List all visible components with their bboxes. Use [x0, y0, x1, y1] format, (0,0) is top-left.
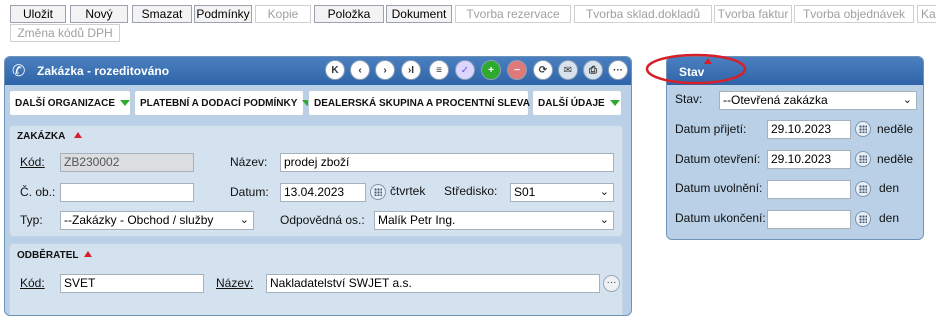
- cost-center-select[interactable]: S01 ⌄: [510, 183, 614, 202]
- more-icon[interactable]: ···: [603, 275, 620, 292]
- order-panel: ✆ Zakázka - rozeditováno K ‹ › ›I ≡ ✓ + − ⟳ ✉ ⎙ ···…: [4, 56, 632, 316]
- new-button[interactable]: Nový: [70, 5, 128, 23]
- responsible-label: Odpovědná os.:: [280, 213, 365, 227]
- save-button[interactable]: Uložit: [10, 5, 66, 23]
- section-title: ODBĚRATEL: [17, 250, 79, 261]
- cost-center-label: Středisko:: [444, 184, 498, 198]
- collapse-icon[interactable]: [74, 132, 82, 138]
- status-label: Stav:: [675, 92, 703, 106]
- panel-title: Zakázka - rozeditováno: [37, 64, 170, 78]
- tab-dealer-group[interactable]: DEALERSKÁ SKUPINA A PROCENTNÍ SLEVA: [308, 90, 545, 116]
- tab-payment-delivery[interactable]: PLATEBNÍ A DODACÍ PODMÍNKY: [134, 90, 313, 116]
- customer-section: ODBĚRATEL Kód: SVET Název: Nakladatelstv…: [9, 243, 623, 315]
- type-select[interactable]: --Zakázky - Obchod / služby ⌄: [60, 211, 254, 230]
- create-reservation-button[interactable]: Tvorba rezervace: [455, 5, 571, 23]
- first-icon[interactable]: K: [325, 60, 345, 80]
- create-invoices-button[interactable]: Tvorba faktur: [714, 5, 792, 23]
- copy-button[interactable]: Kopie: [255, 5, 311, 23]
- tab-label: PLATEBNÍ A DODACÍ PODMÍNKY: [140, 98, 298, 109]
- expand-icon: [120, 100, 130, 107]
- status-select[interactable]: --Otevřená zakázka ⌄: [719, 91, 917, 110]
- received-date-field[interactable]: 29.10.2023: [767, 120, 851, 139]
- change-vat-codes-button[interactable]: Změna kódů DPH: [10, 24, 120, 42]
- expand-icon: [609, 100, 620, 107]
- tab-label: DALŠÍ ÚDAJE: [538, 98, 605, 109]
- delete-button[interactable]: Smazat: [132, 5, 192, 23]
- tab-other-data[interactable]: DALŠÍ ÚDAJE: [532, 90, 622, 116]
- conditions-button[interactable]: Podmínky: [194, 5, 252, 23]
- add-icon[interactable]: +: [481, 60, 501, 80]
- highlight-ellipse: [645, 53, 747, 85]
- order-number-field[interactable]: [60, 183, 194, 202]
- responsible-select[interactable]: Malík Petr Ing. ⌄: [374, 211, 614, 230]
- mail-icon[interactable]: ✉: [558, 60, 578, 80]
- released-date-field[interactable]: [767, 180, 851, 199]
- check-icon[interactable]: ✓: [455, 60, 475, 80]
- next-icon[interactable]: ›: [375, 60, 395, 80]
- closed-date-field[interactable]: [767, 210, 851, 229]
- order-name-field[interactable]: prodej zboží: [280, 153, 614, 172]
- customer-name-field[interactable]: Nakladatelství SWJET a.s.: [266, 274, 600, 293]
- status-value: --Otevřená zakázka: [723, 93, 828, 107]
- calendar-icon[interactable]: [855, 211, 871, 227]
- chevron-down-icon: ⌄: [599, 214, 609, 226]
- opened-weekday: neděle: [877, 152, 914, 166]
- received-date-label: Datum přijetí:: [675, 122, 747, 136]
- tab-label: DEALERSKÁ SKUPINA A PROCENTNÍ SLEVA: [314, 98, 530, 109]
- print-icon[interactable]: ⎙: [583, 60, 603, 80]
- last-icon[interactable]: ›I: [401, 60, 421, 80]
- calendar-icon[interactable]: [370, 184, 386, 200]
- chevron-down-icon: ⌄: [902, 94, 912, 106]
- calendar-icon[interactable]: [855, 181, 871, 197]
- order-section: ZAKÁZKA Kód: ZB230002 Název: prodej zbož…: [9, 125, 623, 237]
- received-weekday: neděle: [877, 122, 914, 136]
- tab-label: DALŠÍ ORGANIZACE: [15, 98, 115, 109]
- opened-date-label: Datum otevření:: [675, 152, 761, 166]
- item-button[interactable]: Položka: [314, 5, 384, 23]
- order-code-field[interactable]: ZB230002: [60, 153, 194, 172]
- chevron-down-icon: ⌄: [599, 186, 609, 198]
- tab-other-organizations[interactable]: DALŠÍ ORGANIZACE: [9, 90, 131, 116]
- refresh-icon[interactable]: ⟳: [533, 60, 553, 80]
- cost-center-value: S01: [514, 185, 536, 199]
- code-label: Kód:: [20, 155, 45, 169]
- type-label: Typ:: [20, 213, 43, 227]
- closed-weekday: den: [879, 211, 900, 225]
- type-value: --Zakázky - Obchod / služby: [64, 213, 214, 227]
- customer-name-label: Název:: [216, 276, 254, 290]
- responsible-value: Malík Petr Ing.: [378, 213, 456, 227]
- released-weekday: den: [879, 181, 900, 195]
- truncated-button[interactable]: Ka: [917, 5, 936, 23]
- order-panel-header: ✆ Zakázka - rozeditováno K ‹ › ›I ≡ ✓ + − ⟳ ✉ ⎙ ···: [5, 57, 631, 85]
- date-label: Datum:: [230, 185, 269, 199]
- customer-code-field[interactable]: SVET: [60, 274, 204, 293]
- name-label: Název:: [230, 155, 268, 169]
- calendar-icon[interactable]: [855, 151, 871, 167]
- create-orders-button[interactable]: Tvorba objednávek: [794, 5, 914, 23]
- collapse-icon[interactable]: [84, 251, 92, 257]
- date-field[interactable]: 13.04.2023: [280, 183, 366, 202]
- released-date-label: Datum uvolnění:: [675, 181, 763, 195]
- closed-date-label: Datum ukončení:: [675, 211, 766, 225]
- customer-code-label: Kód:: [20, 276, 45, 290]
- opened-date-field[interactable]: 29.10.2023: [767, 150, 851, 169]
- section-title: ZAKÁZKA: [17, 131, 66, 142]
- remove-icon[interactable]: −: [507, 60, 527, 80]
- date-weekday: čtvrtek: [390, 184, 426, 198]
- more-icon[interactable]: ···: [608, 60, 628, 80]
- create-stock-docs-button[interactable]: Tvorba sklad.dokladů: [574, 5, 712, 23]
- list-icon[interactable]: ≡: [429, 60, 449, 80]
- order-number-label: Č. ob.:: [20, 185, 56, 199]
- chevron-down-icon: ⌄: [239, 214, 249, 226]
- document-button[interactable]: Dokument: [386, 5, 452, 23]
- calendar-icon[interactable]: [855, 121, 871, 137]
- order-icon: ✆: [12, 63, 26, 80]
- prev-icon[interactable]: ‹: [350, 60, 370, 80]
